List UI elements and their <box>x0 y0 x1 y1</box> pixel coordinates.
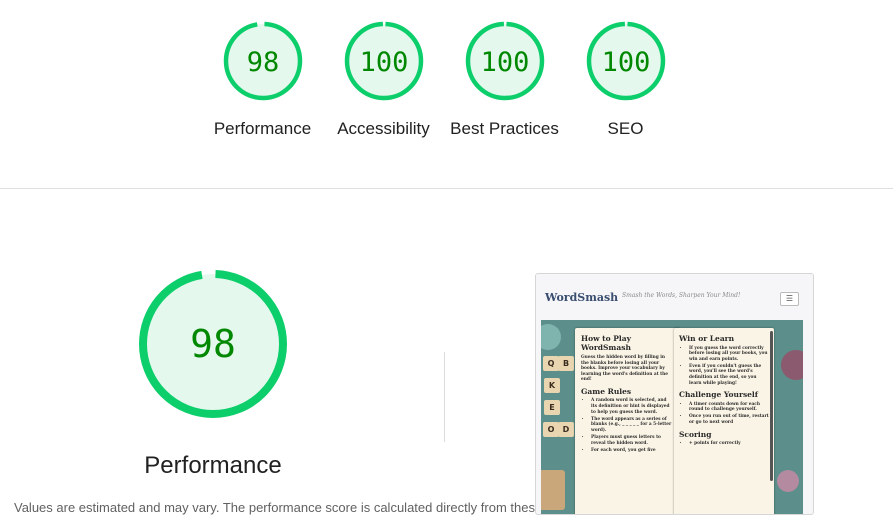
decor-book <box>541 470 565 510</box>
list-item: A timer counts down for each round to ch… <box>689 402 769 413</box>
gauge-performance[interactable]: 98 Performance <box>211 20 314 141</box>
gauge-seo-label: SEO <box>607 119 644 138</box>
letter-tile: B <box>558 356 574 371</box>
section-divider <box>0 188 893 189</box>
hamburger-icon: ☰ <box>780 292 799 306</box>
letter-tile: Q <box>543 356 559 371</box>
list-item: Even if you couldn't guess the word, you… <box>689 364 769 386</box>
game-rules-title: Game Rules <box>581 386 632 396</box>
gauge-best-practices-ring: 100 <box>465 21 544 101</box>
ws-tagline: Smash the Words, Sharpen Your Mind! <box>622 292 741 299</box>
how-to-play-intro: Guess the hidden word by filling in the … <box>581 355 669 383</box>
card-scrollbar <box>770 331 773 481</box>
performance-gauge-large: 98 <box>139 270 287 418</box>
how-to-play-title: How to Play WordSmash <box>581 334 631 352</box>
list-item: A random word is selected, and its defin… <box>591 398 674 415</box>
list-item: Once you run out of time, restart or go … <box>689 414 769 425</box>
decor-circle <box>541 324 561 350</box>
gauge-best-practices-score: 100 <box>480 47 529 78</box>
gauge-best-practices[interactable]: 100 Best Practices <box>450 20 559 141</box>
gauge-seo[interactable]: 100 SEO <box>574 20 677 141</box>
vertical-separator <box>444 352 445 442</box>
gauge-best-practices-label: Best Practices <box>450 119 559 138</box>
letter-tile: K <box>544 378 560 393</box>
gauge-accessibility-score: 100 <box>359 47 408 78</box>
game-rules-list: A random word is selected, and its defin… <box>581 398 674 453</box>
list-item: If you guess the word correctly before l… <box>689 346 769 363</box>
how-to-play-card: How to Play WordSmash Guess the hidden w… <box>575 328 680 514</box>
performance-title: Performance <box>144 452 282 479</box>
gauge-seo-ring: 100 <box>586 21 665 101</box>
scoring-title: Scoring <box>679 429 712 439</box>
letter-tile: O <box>543 422 559 437</box>
list-item: Players must guess letters to reveal the… <box>591 435 674 446</box>
list-item: + points for correctly <box>689 441 769 447</box>
letter-tile: D <box>558 422 574 437</box>
gauge-performance-score: 98 <box>246 47 279 78</box>
category-gauges: 98 Performance 100 Accessibility 100 Bes… <box>211 20 677 141</box>
gauge-performance-label: Performance <box>213 119 312 138</box>
letter-tile: E <box>544 400 560 415</box>
scoring-list: + points for correctly <box>679 441 769 447</box>
decor-circle <box>777 470 799 492</box>
ws-logo: WordSmash <box>545 291 619 304</box>
list-item: The word appears as a series of blanks (… <box>591 417 674 434</box>
challenge-list: A timer counts down for each round to ch… <box>679 402 769 426</box>
decor-circle <box>781 350 803 380</box>
win-or-learn-list: If you guess the word correctly before l… <box>679 346 769 387</box>
ws-header: WordSmash Smash the Words, Sharpen Your … <box>536 274 813 320</box>
performance-score-large: 98 <box>190 322 236 366</box>
list-item: For each word, you get five <box>591 448 674 454</box>
gauge-performance-ring: 98 <box>223 21 302 101</box>
gauge-accessibility-ring: 100 <box>344 21 423 101</box>
ws-background: Q B K E O D How to Play WordSmash Guess … <box>541 320 803 514</box>
gauge-accessibility[interactable]: 100 Accessibility <box>332 20 435 141</box>
challenge-title: Challenge Yourself <box>679 390 759 400</box>
win-or-learn-card: Win or Learn If you guess the word corre… <box>674 328 774 514</box>
gauge-seo-score: 100 <box>601 47 650 78</box>
final-screenshot[interactable]: WordSmash Smash the Words, Sharpen Your … <box>535 273 814 515</box>
gauge-accessibility-label: Accessibility <box>337 119 430 138</box>
win-or-learn-title: Win or Learn <box>679 334 735 343</box>
